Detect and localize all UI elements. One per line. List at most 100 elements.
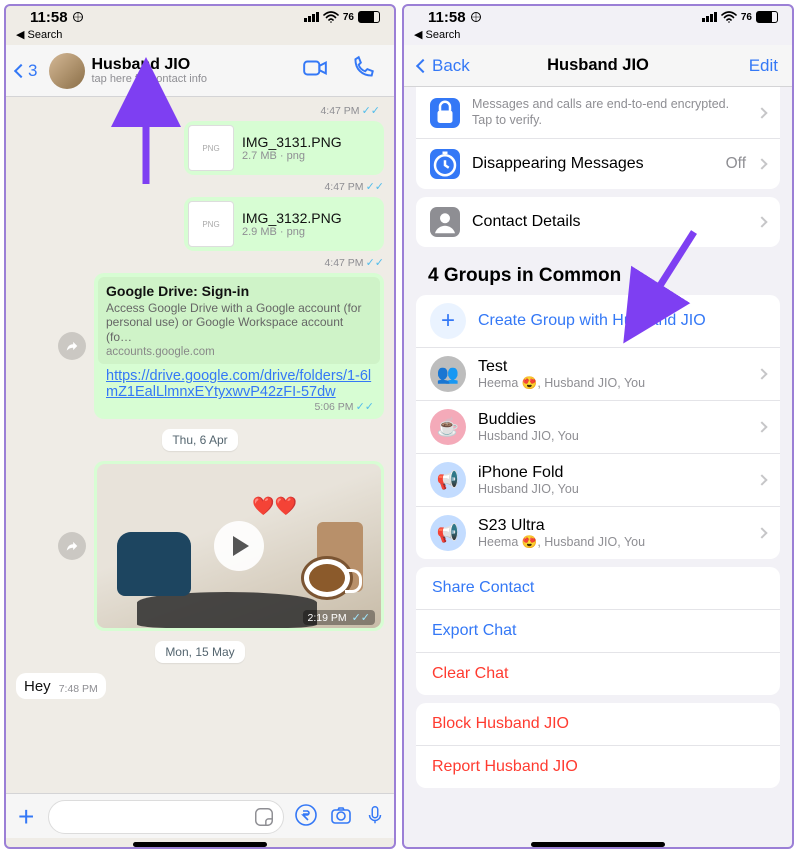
block-contact-button[interactable]: Block Husband JIO — [416, 703, 780, 745]
status-icons: 76 — [304, 11, 380, 23]
group-row[interactable]: 📢 S23 Ultra Heema 😍, Husband JIO, You — [416, 506, 780, 559]
wifi-icon — [323, 11, 339, 23]
group-row[interactable]: ☕ Buddies Husband JIO, You — [416, 400, 780, 453]
status-bar: 11:58 76 — [6, 6, 394, 28]
messages-area[interactable]: 4:47 PM✓✓ PNG IMG_3131.PNG 2.7 MB · png … — [6, 97, 394, 793]
status-time: 11:58 — [30, 9, 68, 26]
status-bar: 11:58 76 — [404, 6, 792, 28]
payment-button[interactable] — [294, 803, 318, 832]
contact-info-screen: 11:58 76 ◀ Search Back Husband JIO Edit … — [402, 4, 794, 849]
battery-level: 76 — [343, 12, 354, 23]
report-contact-button[interactable]: Report Husband JIO — [416, 745, 780, 788]
location-icon — [470, 11, 482, 23]
chevron-left-icon — [14, 63, 28, 77]
add-button[interactable]: + — [14, 801, 38, 833]
file-message[interactable]: PNG IMG_3131.PNG 2.7 MB · png — [184, 121, 384, 175]
file-meta: 2.9 MB · png — [242, 226, 342, 238]
edit-button[interactable]: Edit — [749, 56, 778, 76]
info-body[interactable]: Messages and calls are end-to-end encryp… — [404, 87, 792, 838]
clear-chat-button[interactable]: Clear Chat — [416, 652, 780, 695]
create-group-row[interactable]: + Create Group with Husband JIO — [416, 295, 780, 347]
file-message[interactable]: PNG IMG_3132.PNG 2.9 MB · png — [184, 197, 384, 251]
incoming-message[interactable]: Hey 7:48 PM — [16, 673, 106, 699]
date-separator: Thu, 6 Apr — [162, 429, 237, 451]
group-row[interactable]: 📢 iPhone Fold Husband JIO, You — [416, 453, 780, 506]
time-stamp: 4:47 PM — [324, 181, 363, 193]
group-avatar-icon: 👥 — [430, 356, 466, 392]
message-input[interactable] — [48, 800, 284, 834]
disappearing-messages-row[interactable]: Disappearing Messages Off — [416, 138, 780, 189]
location-icon — [72, 11, 84, 23]
back-button[interactable]: Back — [418, 56, 470, 76]
link-message[interactable]: Google Drive: Sign-in Access Google Driv… — [94, 273, 384, 419]
home-indicator — [531, 842, 665, 847]
link-url[interactable]: https://drive.google.com/drive/folders/1… — [98, 364, 380, 400]
status-time: 11:58 — [428, 9, 466, 26]
time-stamp: 5:06 PM — [314, 401, 353, 413]
forward-button[interactable] — [58, 532, 86, 560]
date-separator: Mon, 15 May — [155, 641, 244, 663]
read-ticks-icon: ✓✓ — [366, 181, 384, 193]
groups-section-title: 4 Groups in Common — [404, 255, 792, 287]
chevron-right-icon — [756, 217, 767, 228]
sticker-icon[interactable] — [253, 806, 275, 833]
group-row[interactable]: 👥 Test Heema 😍, Husband JIO, You — [416, 347, 780, 400]
forward-button[interactable] — [58, 332, 86, 360]
message-input-bar: + — [6, 793, 394, 838]
chevron-right-icon — [756, 475, 767, 486]
file-thumb-icon: PNG — [188, 201, 234, 247]
group-name: Buddies — [478, 411, 746, 429]
info-header: Back Husband JIO Edit — [404, 45, 792, 87]
search-back[interactable]: ◀ Search — [6, 28, 394, 45]
video-message[interactable]: ❤️❤️ 2:19 PM ✓✓ — [94, 461, 384, 631]
group-avatar-icon: 📢 — [430, 515, 466, 551]
group-name: iPhone Fold — [478, 464, 746, 482]
file-meta: 2.7 MB · png — [242, 150, 342, 162]
time-stamp: 2:19 PM — [308, 612, 347, 624]
mic-button[interactable] — [364, 802, 386, 833]
page-title: Husband JIO — [547, 56, 649, 75]
heart-icon: ❤️❤️ — [252, 496, 297, 517]
row-value: Off — [726, 155, 746, 173]
back-button[interactable]: 3 — [16, 61, 37, 81]
file-name: IMG_3131.PNG — [242, 134, 342, 150]
chevron-right-icon — [756, 159, 767, 170]
plus-icon: + — [430, 303, 466, 339]
group-avatar-icon: ☕ — [430, 409, 466, 445]
contact-avatar[interactable] — [49, 53, 85, 89]
group-members: Husband JIO, You — [478, 429, 746, 443]
chat-screen: 11:58 76 ◀ Search 3 Husband JIO tap here… — [4, 4, 396, 849]
chat-header: 3 Husband JIO tap here for contact info — [6, 45, 394, 97]
battery-level: 76 — [741, 12, 752, 23]
link-title: Google Drive: Sign-in — [106, 283, 372, 299]
contact-name: Husband JIO — [91, 56, 288, 74]
battery-icon — [358, 11, 380, 23]
row-label: Contact Details — [472, 213, 746, 231]
read-ticks-icon: ✓✓ — [362, 105, 380, 117]
time-stamp: 4:47 PM — [320, 105, 359, 117]
read-ticks-icon: ✓✓ — [366, 257, 384, 269]
battery-icon — [756, 11, 778, 23]
contact-title-area[interactable]: Husband JIO tap here for contact info — [91, 56, 288, 86]
encryption-row[interactable]: Messages and calls are end-to-end encryp… — [416, 87, 780, 138]
camera-button[interactable] — [328, 803, 354, 832]
search-back[interactable]: ◀ Search — [404, 28, 792, 45]
group-members: Husband JIO, You — [478, 482, 746, 496]
share-contact-button[interactable]: Share Contact — [416, 567, 780, 609]
link-desc: Access Google Drive with a Google accoun… — [106, 301, 372, 344]
coffee-sticker-icon — [301, 556, 353, 600]
export-chat-button[interactable]: Export Chat — [416, 609, 780, 652]
encryption-text: Messages and calls are end-to-end encryp… — [472, 97, 746, 128]
video-call-button[interactable] — [294, 55, 336, 86]
play-icon[interactable] — [214, 521, 264, 571]
voice-call-button[interactable] — [342, 55, 384, 86]
link-domain: accounts.google.com — [106, 346, 372, 358]
message-text: Hey — [24, 678, 51, 695]
home-indicator — [133, 842, 267, 847]
contact-subtitle: tap here for contact info — [91, 73, 288, 85]
wifi-icon — [721, 11, 737, 23]
read-ticks-icon: ✓✓ — [352, 612, 370, 624]
chevron-right-icon — [756, 369, 767, 380]
contact-details-row[interactable]: Contact Details — [416, 197, 780, 247]
chevron-right-icon — [756, 528, 767, 539]
